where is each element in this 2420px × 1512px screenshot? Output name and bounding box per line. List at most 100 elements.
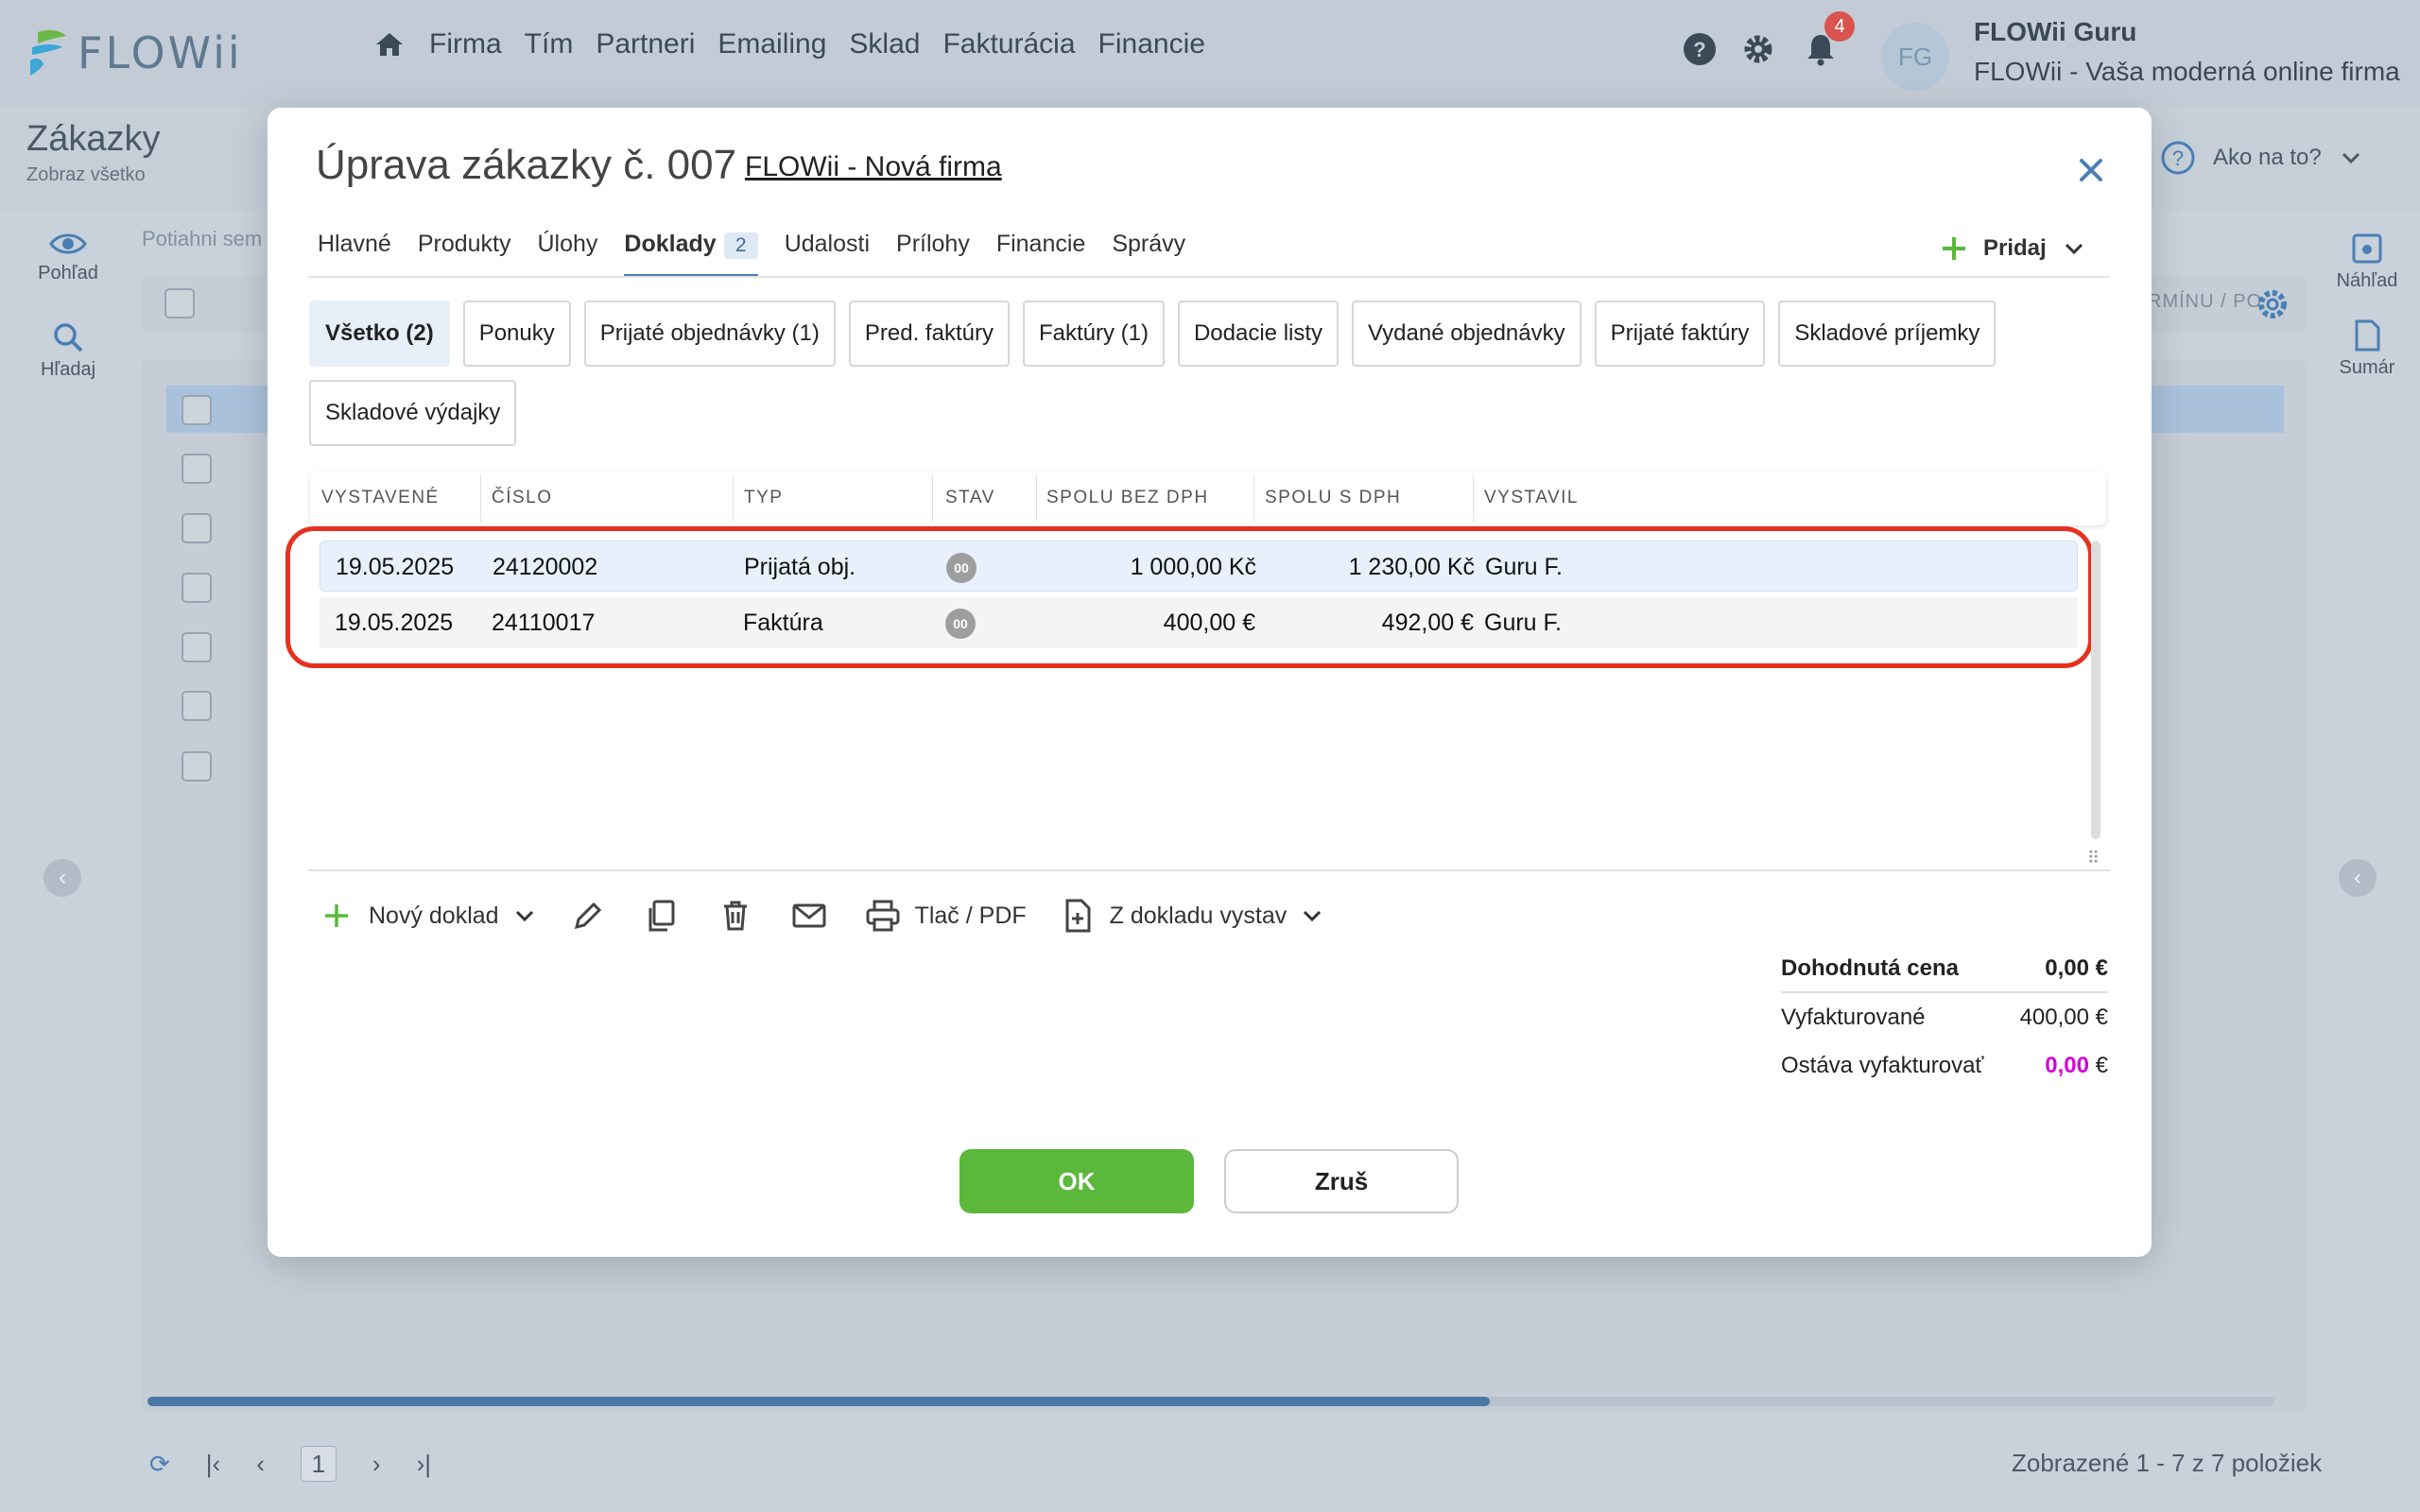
tab-hlavne[interactable]: Hlavné bbox=[318, 231, 391, 277]
resize-handle-icon[interactable]: ⠿ bbox=[2087, 849, 2100, 868]
document-type-filters: Všetko (2) Ponuky Prijaté objednávky (1)… bbox=[309, 301, 2048, 446]
user-company: FLOWii - Vaša moderná online firma bbox=[1974, 57, 2400, 86]
filter-all[interactable]: Všetko (2) bbox=[309, 301, 450, 367]
nav-firma[interactable]: Firma bbox=[429, 28, 502, 60]
filter-proforma[interactable]: Pred. faktúry bbox=[848, 301, 1010, 367]
row-checkbox[interactable] bbox=[182, 513, 212, 543]
filter-stock-receipts[interactable]: Skladové príjemky bbox=[1778, 301, 1996, 367]
grid-settings-icon[interactable] bbox=[2254, 285, 2291, 323]
col-issued[interactable]: VYSTAVENÉ bbox=[321, 488, 440, 508]
help-icon[interactable]: ? bbox=[1683, 32, 1717, 66]
tab-doklady[interactable]: Doklady 2 bbox=[624, 231, 758, 278]
current-page[interactable]: 1 bbox=[300, 1446, 337, 1482]
nav-fakturacia[interactable]: Fakturácia bbox=[942, 28, 1075, 60]
col-issued-by[interactable]: VYSTAVIL bbox=[1484, 488, 1579, 508]
print-pdf-button[interactable]: Tlač / PDF bbox=[864, 897, 1027, 935]
col-number[interactable]: ČÍSLO bbox=[492, 488, 553, 508]
row-checkbox[interactable] bbox=[182, 573, 212, 603]
col-gross-total[interactable]: SPOLU S DPH bbox=[1265, 488, 1401, 508]
tab-prilohy[interactable]: Prílohy bbox=[896, 231, 970, 277]
view-button[interactable]: Pohľad bbox=[21, 231, 115, 284]
right-arrow-icon[interactable]: ‹ bbox=[2339, 859, 2377, 897]
create-from-document-button[interactable]: Z dokladu vystav bbox=[1059, 897, 1325, 935]
avatar[interactable]: FG bbox=[1881, 23, 1949, 91]
filter-delivery-notes[interactable]: Dodacie listy bbox=[1177, 301, 1340, 367]
last-page-icon[interactable]: ›| bbox=[417, 1450, 431, 1479]
preview-label: Náhľad bbox=[2336, 270, 2398, 291]
create-from-document-label: Z dokladu vystav bbox=[1109, 902, 1288, 929]
cancel-button[interactable]: Zruš bbox=[1224, 1149, 1459, 1213]
tab-label: Úlohy bbox=[537, 231, 598, 257]
filter-stock-issues[interactable]: Skladové výdajky bbox=[309, 380, 517, 446]
refresh-icon[interactable]: ⟳ bbox=[149, 1450, 170, 1479]
svg-text:?: ? bbox=[1693, 38, 1705, 61]
how-to-label: Ako na to? bbox=[2213, 145, 2322, 170]
filter-issued-orders[interactable]: Vydané objednávky bbox=[1352, 301, 1582, 367]
filter-received-invoices[interactable]: Prijaté faktúry bbox=[1594, 301, 1766, 367]
nav-emailing[interactable]: Emailing bbox=[717, 28, 826, 60]
filter-received-orders[interactable]: Prijaté objednávky (1) bbox=[583, 301, 836, 367]
col-type[interactable]: TYP bbox=[744, 488, 783, 508]
agreed-price-label: Dohodnutá cena bbox=[1781, 954, 1960, 981]
search-button[interactable]: Hľadaj bbox=[21, 321, 115, 381]
close-icon[interactable] bbox=[2070, 149, 2112, 191]
table-divider bbox=[308, 869, 2110, 871]
plus-icon bbox=[1943, 237, 1965, 260]
column-divider bbox=[480, 474, 481, 522]
tab-produkty[interactable]: Produkty bbox=[418, 231, 511, 277]
row-checkbox[interactable] bbox=[182, 395, 212, 425]
drag-hint: Potiahni sem bbox=[142, 227, 263, 250]
page-subtitle[interactable]: Zobraz všetko bbox=[26, 164, 146, 186]
app-logo[interactable]: FLOWii bbox=[26, 26, 243, 79]
agreed-price-row: Dohodnutá cena 0,00 € bbox=[1781, 945, 2108, 993]
new-document-button[interactable]: Nový doklad bbox=[318, 897, 537, 935]
add-label: Pridaj bbox=[1983, 235, 2047, 261]
row-checkbox[interactable] bbox=[182, 751, 212, 782]
first-page-icon[interactable]: |‹ bbox=[206, 1450, 220, 1479]
col-net-total[interactable]: SPOLU BEZ DPH bbox=[1046, 488, 1209, 508]
ok-button[interactable]: OK bbox=[959, 1149, 1194, 1213]
tab-udalosti[interactable]: Udalosti bbox=[785, 231, 870, 277]
filter-offers[interactable]: Ponuky bbox=[462, 301, 571, 367]
document-icon bbox=[2355, 319, 2380, 352]
tab-spravy[interactable]: Správy bbox=[1112, 231, 1185, 277]
pencil-icon[interactable] bbox=[569, 897, 607, 935]
row-checkbox[interactable] bbox=[182, 454, 212, 484]
trash-icon[interactable] bbox=[717, 897, 754, 935]
invoiced-row: Vyfakturované 400,00 € bbox=[1781, 993, 2108, 1041]
how-to-help[interactable]: ? Ako na to? bbox=[2160, 140, 2363, 176]
settings-gear-icon[interactable] bbox=[1741, 32, 1775, 66]
horizontal-scroll-thumb[interactable] bbox=[147, 1397, 1490, 1406]
nav-financie[interactable]: Financie bbox=[1098, 28, 1205, 60]
home-icon[interactable] bbox=[374, 29, 405, 60]
svg-text:?: ? bbox=[2172, 146, 2184, 170]
preview-button[interactable]: Náhľad bbox=[2320, 232, 2414, 292]
nav-partneri[interactable]: Partneri bbox=[596, 28, 695, 60]
next-page-icon[interactable]: › bbox=[372, 1450, 381, 1479]
vertical-scrollbar[interactable] bbox=[2091, 541, 2100, 839]
logo-icon bbox=[30, 29, 66, 76]
add-button[interactable]: Pridaj bbox=[1940, 234, 2086, 263]
notification-badge: 4 bbox=[1824, 11, 1855, 42]
tab-label: Financie bbox=[995, 231, 1086, 257]
firm-link[interactable]: FLOWii - Nová firma bbox=[745, 151, 1002, 183]
col-status[interactable]: STAV bbox=[945, 488, 995, 508]
filter-invoices[interactable]: Faktúry (1) bbox=[1022, 301, 1165, 367]
tab-ulohy[interactable]: Úlohy bbox=[538, 231, 598, 277]
summary-button[interactable]: Sumár bbox=[2320, 319, 2414, 379]
table-header: VYSTAVENÉ ČÍSLO TYP STAV SPOLU BEZ DPH S… bbox=[310, 471, 2106, 525]
row-checkbox[interactable] bbox=[182, 632, 212, 662]
tabs-divider bbox=[308, 276, 2110, 278]
search-label: Hľadaj bbox=[40, 359, 96, 380]
select-all-checkbox[interactable] bbox=[164, 288, 195, 318]
copy-icon[interactable] bbox=[643, 897, 681, 935]
email-icon[interactable] bbox=[790, 897, 828, 935]
row-checkbox[interactable] bbox=[182, 691, 212, 721]
nav-sklad[interactable]: Sklad bbox=[849, 28, 920, 60]
question-circle-icon: ? bbox=[2161, 141, 2195, 175]
tab-label: Prílohy bbox=[896, 231, 970, 257]
tab-financie[interactable]: Financie bbox=[996, 231, 1086, 277]
prev-page-icon[interactable]: ‹ bbox=[256, 1450, 265, 1479]
nav-tim[interactable]: Tím bbox=[525, 28, 574, 60]
left-arrow-icon[interactable]: ‹ bbox=[43, 859, 81, 897]
